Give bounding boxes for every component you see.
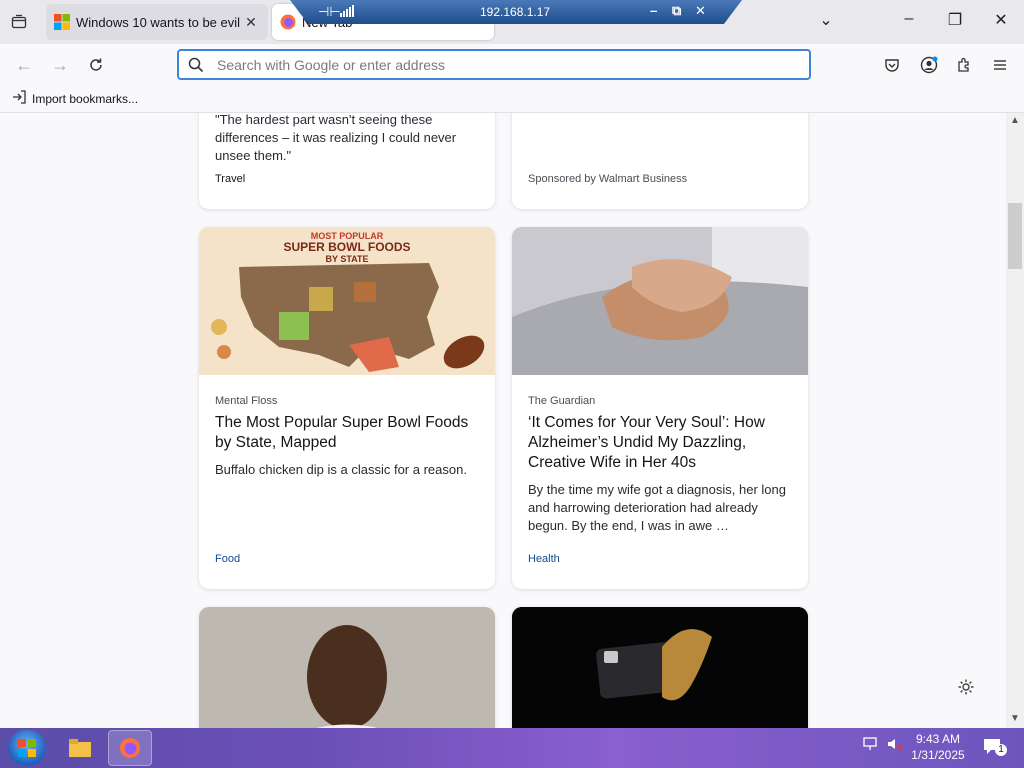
clock-date: 1/31/2025 — [911, 748, 965, 762]
signal-strength-icon — [340, 5, 354, 17]
firefox-icon — [280, 14, 296, 30]
back-arrow-icon[interactable]: ← — [12, 53, 36, 77]
story-card[interactable] — [512, 607, 808, 728]
story-excerpt: By the time my wife got a diagnosis, her… — [528, 482, 786, 533]
story-card[interactable]: "The hardest part wasn't seeing these di… — [199, 113, 495, 209]
tab-list-icon[interactable] — [8, 11, 30, 33]
tab-title: Windows 10 wants to be evil — [76, 14, 241, 30]
pin-icon[interactable]: ⊣⊢ — [318, 4, 341, 20]
sponsor-label: Sponsored by Walmart Business — [528, 173, 688, 185]
windows-logo-icon — [54, 14, 70, 30]
taskbar: 9:43 AM 1/31/2025 1 — [0, 728, 1024, 768]
image-title-line2: SUPER BOWL FOODS — [283, 240, 410, 254]
extensions-icon[interactable] — [952, 53, 976, 77]
story-image — [512, 607, 808, 728]
reload-icon[interactable] — [84, 53, 108, 77]
network-icon[interactable] — [862, 736, 880, 755]
story-image — [199, 607, 495, 728]
gear-icon[interactable] — [955, 676, 977, 698]
maximize-window-icon[interactable]: ❐ — [943, 10, 967, 30]
close-remote-icon[interactable]: ✕ — [695, 3, 706, 19]
notification-icon[interactable]: 1 — [982, 737, 1007, 757]
menu-icon[interactable] — [988, 53, 1012, 77]
import-bookmarks-button[interactable]: Import bookmarks... — [12, 90, 138, 107]
story-headline: The Most Popular Super Bowl Foods by Sta… — [215, 414, 469, 451]
search-icon — [179, 57, 213, 73]
story-category: Food — [215, 553, 241, 565]
speaker-muted-icon[interactable] — [886, 736, 904, 755]
remote-address: 192.168.1.17 — [480, 5, 551, 19]
list-all-tabs-icon[interactable]: ⌄ — [814, 10, 838, 30]
scroll-up-icon[interactable]: ▲ — [1010, 115, 1020, 126]
file-explorer-icon[interactable] — [58, 730, 102, 766]
page-scrollbar[interactable]: ▲ ▼ — [1006, 113, 1024, 728]
forward-arrow-icon[interactable]: → — [48, 53, 72, 77]
minimize-remote-icon[interactable]: – — [650, 3, 657, 18]
story-excerpt: Buffalo chicken dip is a classic for a r… — [215, 462, 467, 477]
tab-windows-article[interactable]: Windows 10 wants to be evil ✕ — [46, 4, 268, 40]
system-clock[interactable]: 9:43 AM 1/31/2025 — [905, 731, 971, 763]
image-title-line3: BY STATE — [325, 254, 368, 264]
remote-desktop-bar: ⊣⊢ 192.168.1.17 – ⧉ ✕ — [290, 0, 742, 24]
import-icon — [12, 90, 26, 107]
close-tab-icon[interactable]: ✕ — [242, 14, 260, 31]
search-input[interactable] — [213, 56, 809, 73]
bookmarks-toolbar: Import bookmarks... — [0, 84, 1024, 113]
address-bar[interactable] — [177, 49, 811, 80]
scroll-thumb[interactable] — [1008, 203, 1022, 269]
story-category: Travel — [215, 173, 246, 185]
close-window-icon[interactable]: ✕ — [989, 10, 1013, 30]
import-bookmarks-label: Import bookmarks... — [32, 91, 139, 106]
tab-strip: Windows 10 wants to be evil ✕ New Tab ⊣⊢… — [0, 0, 1024, 44]
start-button[interactable] — [8, 730, 46, 766]
notification-count: 1 — [995, 744, 1007, 756]
new-tab-content: "The hardest part wasn't seeing these di… — [0, 113, 1006, 728]
story-card[interactable]: MOST POPULAR SUPER BOWL FOODS BY STATE M… — [199, 227, 495, 589]
firefox-taskbar-icon[interactable] — [108, 730, 152, 766]
story-category: Health — [528, 553, 560, 565]
story-excerpt: "The hardest part wasn't seeing these di… — [215, 113, 457, 163]
restore-remote-icon[interactable]: ⧉ — [672, 3, 681, 19]
story-headline: ‘It Comes for Your Very Soul’: How Alzhe… — [528, 414, 765, 471]
story-image: MOST POPULAR SUPER BOWL FOODS BY STATE — [199, 227, 495, 375]
story-publisher: The Guardian — [528, 395, 596, 407]
scroll-down-icon[interactable]: ▼ — [1010, 713, 1020, 724]
story-card[interactable]: The Guardian ‘It Comes for Your Very Sou… — [512, 227, 808, 589]
account-icon[interactable] — [917, 53, 941, 77]
story-card[interactable] — [199, 607, 495, 728]
minimize-window-icon[interactable]: – — [897, 10, 921, 28]
sponsored-card[interactable]: Sponsored by Walmart Business — [512, 113, 808, 209]
windows-logo-icon — [18, 739, 36, 757]
clock-time: 9:43 AM — [915, 732, 961, 746]
pocket-icon[interactable] — [880, 53, 904, 77]
story-image — [512, 227, 808, 375]
story-publisher: Mental Floss — [215, 395, 278, 407]
